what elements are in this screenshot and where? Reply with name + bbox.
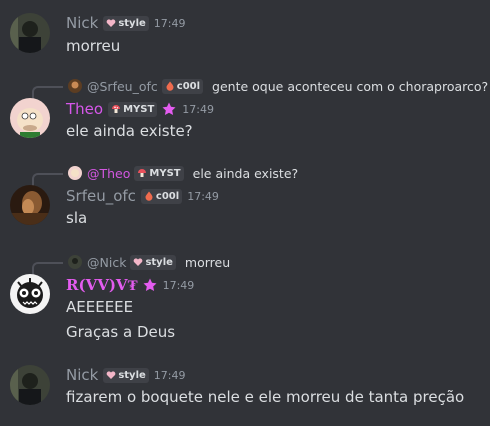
reply-text: ele ainda existe? (192, 165, 299, 181)
message-text: ele ainda existe? (66, 122, 193, 140)
reply-avatar (68, 166, 82, 180)
reply-guild-tag-label: style (145, 256, 173, 268)
timestamp: 17:49 (162, 278, 195, 292)
guild-tag[interactable]: style (103, 15, 149, 31)
username[interactable]: Nick (66, 14, 98, 32)
reply-preview[interactable]: @Nick style morreu (68, 253, 230, 271)
reply-connector (32, 262, 63, 275)
guild-tag[interactable]: c00l (140, 188, 183, 204)
guild-tag-label: c00l (155, 190, 180, 202)
reply-text: morreu (184, 254, 231, 270)
guild-tag-label: MYST (123, 103, 155, 115)
timestamp: 17:49 (153, 368, 186, 382)
username[interactable]: Srfeu_ofc (66, 187, 136, 205)
star-badge-icon (143, 278, 157, 291)
reply-guild-tag-label: c00l (176, 80, 201, 92)
reply-username[interactable]: @Srfeu_ofc (87, 79, 158, 94)
message-text: AEEEEEE (66, 298, 134, 316)
message-nick-2[interactable]: Nick style 17:49 fizarem o boquete nele … (0, 356, 490, 416)
reply-connector (32, 173, 63, 186)
mushroom-icon (112, 105, 121, 113)
reply-guild-tag: MYST (134, 165, 184, 181)
message-text: Graças a Deus (66, 323, 176, 341)
reply-avatar (68, 79, 82, 93)
username[interactable]: R(VV)V₮ (66, 276, 138, 295)
reply-connector (32, 86, 63, 99)
username[interactable]: Theo (66, 100, 103, 118)
timestamp: 17:49 (182, 102, 214, 116)
avatar-srfeu[interactable] (10, 185, 50, 225)
heart-icon (106, 371, 116, 379)
heart-icon (134, 258, 143, 266)
guild-tag[interactable]: MYST (108, 101, 158, 117)
avatar-rvvv[interactable] (10, 274, 50, 314)
reply-preview[interactable]: @Theo MYST ele ainda existe? (68, 164, 298, 182)
avatar-nick[interactable] (10, 365, 50, 405)
guild-tag[interactable]: style (103, 367, 149, 383)
guild-tag-label: style (118, 369, 146, 381)
timestamp: 17:49 (153, 16, 186, 30)
flame-icon (145, 191, 153, 201)
reply-username[interactable]: @Nick (87, 255, 126, 270)
message-text: morreu (66, 37, 121, 55)
flame-icon (166, 81, 174, 91)
star-badge-icon (162, 102, 176, 115)
message-rvvv[interactable]: @Nick style morreu R(VV)V₮ 17:49 AEEEEEE… (0, 252, 490, 347)
avatar-nick[interactable] (10, 13, 50, 53)
timestamp: 17:49 (187, 189, 219, 203)
heart-icon (106, 19, 116, 27)
message-text: sla (66, 209, 88, 227)
reply-guild-tag-label: MYST (149, 167, 181, 179)
reply-guild-tag: style (130, 254, 176, 270)
guild-tag-label: style (118, 17, 146, 29)
reply-avatar (68, 255, 82, 269)
avatar-theo[interactable] (10, 98, 50, 138)
mushroom-icon (138, 169, 147, 177)
message-srfeu[interactable]: @Theo MYST ele ainda existe? Srfeu_ofc c… (0, 163, 490, 233)
reply-username[interactable]: @Theo (87, 166, 130, 181)
reply-preview[interactable]: @Srfeu_ofc c00l gente oque aconteceu com… (68, 77, 488, 95)
reply-guild-tag: c00l (161, 78, 204, 94)
message-text: fizarem o boquete nele e ele morreu de t… (66, 388, 465, 406)
message-theo[interactable]: @Srfeu_ofc c00l gente oque aconteceu com… (0, 76, 490, 146)
message-nick-1[interactable]: Nick style 17:49 morreu (0, 0, 490, 60)
reply-text: gente oque aconteceu com o choraproarco? (212, 78, 489, 94)
username[interactable]: Nick (66, 366, 98, 384)
